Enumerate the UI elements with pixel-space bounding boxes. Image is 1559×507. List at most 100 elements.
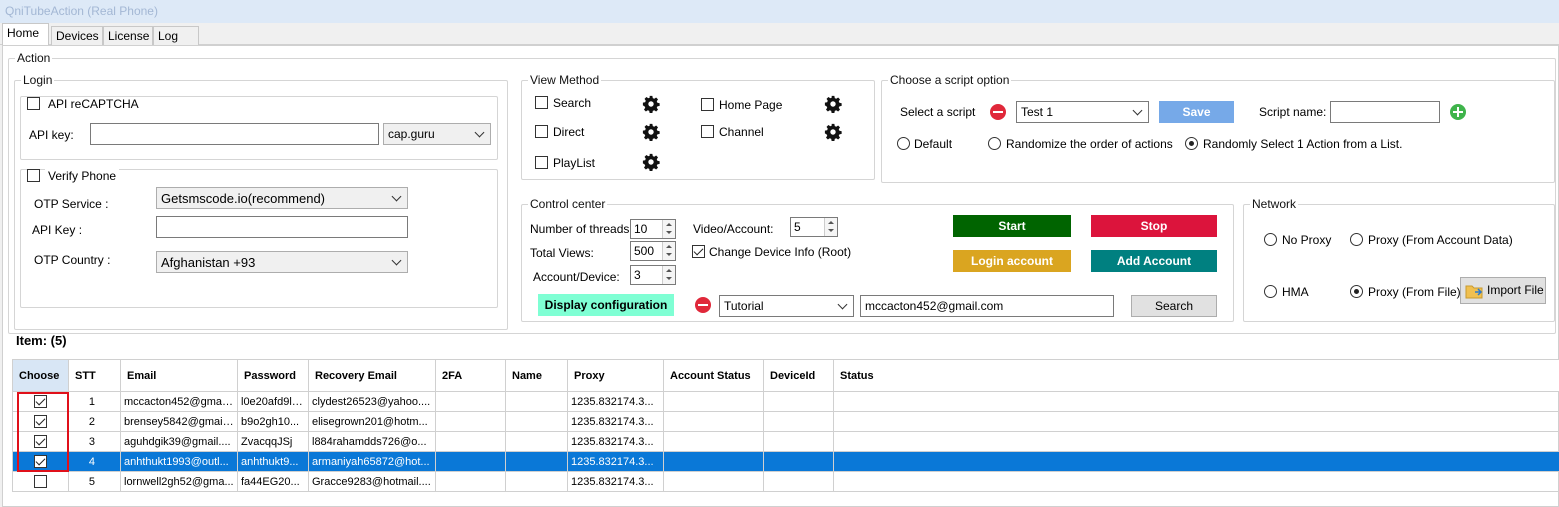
verify-phone-checkbox[interactable]	[27, 169, 40, 182]
col-status[interactable]: Status	[833, 359, 1559, 392]
display-configuration-button[interactable]: Display configuration	[538, 294, 674, 316]
threads-spinner[interactable]: 10	[630, 219, 676, 239]
remove-script-icon[interactable]	[990, 104, 1006, 120]
script-select[interactable]: Test 1	[1016, 101, 1149, 123]
table-row[interactable]: 1 mccacton452@gmail.... l0e20afd9lE4 cly…	[12, 391, 1559, 412]
save-script-button[interactable]: Save	[1159, 101, 1234, 123]
folder-import-icon	[1465, 285, 1483, 299]
import-file-button[interactable]: Import File	[1460, 277, 1546, 304]
otp-api-key-input[interactable]	[156, 216, 408, 238]
table-row[interactable]: 2 brensey5842@gmail.... b9o2gh10... elis…	[12, 411, 1559, 432]
script-name-input[interactable]	[1330, 101, 1440, 123]
table-row[interactable]: 5 lornwell2gh52@gma... fa44EG20... Gracc…	[12, 471, 1559, 492]
radio-default[interactable]	[897, 137, 910, 150]
channel-method-checkbox[interactable]	[701, 125, 714, 138]
row-checkbox[interactable]	[34, 475, 47, 488]
api-recaptcha-checkbox[interactable]	[27, 97, 40, 110]
row-checkbox[interactable]	[34, 435, 47, 448]
add-script-icon[interactable]	[1450, 104, 1466, 120]
row-choose-cell[interactable]	[12, 391, 69, 412]
row-account-status	[663, 471, 764, 492]
row-2fa	[435, 471, 506, 492]
video-account-spin-arrows[interactable]	[824, 218, 837, 236]
row-account-status	[663, 411, 764, 432]
col-choose[interactable]: Choose	[12, 359, 69, 392]
threads-label: Number of threads:	[530, 222, 633, 236]
account-device-spin-arrows[interactable]	[662, 266, 675, 284]
home-page-method-checkbox[interactable]	[701, 98, 714, 111]
row-choose-cell[interactable]	[12, 451, 69, 472]
row-password: anhthukt9...	[237, 451, 309, 472]
video-account-spinner[interactable]: 5	[790, 217, 838, 237]
row-checkbox[interactable]	[34, 455, 47, 468]
home-panel: Action Login API reCAPTCHA API key: cap.…	[2, 45, 1559, 507]
row-password: ZvacqqJSj	[237, 431, 309, 452]
search-method-checkbox[interactable]	[535, 96, 548, 109]
row-name	[505, 451, 568, 472]
direct-method-checkbox[interactable]	[535, 125, 548, 138]
col-password[interactable]: Password	[237, 359, 309, 392]
otp-country-select[interactable]: Afghanistan +93	[156, 251, 408, 273]
title-bar: QniTubeAction (Real Phone)	[0, 0, 1559, 23]
home-page-settings-gear-icon[interactable]	[824, 95, 842, 113]
radio-proxy-account[interactable]	[1350, 233, 1363, 246]
playlist-method-checkbox[interactable]	[535, 156, 548, 169]
row-choose-cell[interactable]	[12, 411, 69, 432]
table-row[interactable]: 3 aguhdgik39@gmail.... ZvacqqJSj l884rah…	[12, 431, 1559, 452]
change-device-checkbox[interactable]	[692, 245, 705, 258]
tab-home[interactable]: Home	[2, 23, 49, 46]
col-account-status[interactable]: Account Status	[663, 359, 764, 392]
verify-phone-label: Verify Phone	[45, 169, 120, 183]
radio-randomize[interactable]	[988, 137, 1001, 150]
login-account-button[interactable]: Login account	[953, 250, 1071, 272]
direct-method-label: Direct	[553, 125, 585, 139]
network-legend: Network	[1252, 197, 1297, 211]
add-account-button[interactable]: Add Account	[1091, 250, 1217, 272]
col-device-id[interactable]: DeviceId	[763, 359, 834, 392]
direct-settings-gear-icon[interactable]	[642, 123, 660, 141]
radio-no-proxy[interactable]	[1264, 233, 1277, 246]
radio-proxy-file[interactable]	[1350, 285, 1363, 298]
col-stt[interactable]: STT	[68, 359, 121, 392]
tab-license[interactable]: License	[103, 26, 153, 45]
captcha-provider-select[interactable]: cap.guru	[383, 123, 491, 145]
total-views-spin-arrows[interactable]	[662, 242, 675, 260]
col-name[interactable]: Name	[505, 359, 568, 392]
stop-button[interactable]: Stop	[1091, 215, 1217, 237]
start-button[interactable]: Start	[953, 215, 1071, 237]
search-button[interactable]: Search	[1131, 295, 1217, 317]
radio-random-one[interactable]	[1185, 137, 1198, 150]
row-recovery-email: Gracce9283@hotmail....	[308, 471, 436, 492]
tab-log[interactable]: Log	[153, 26, 199, 45]
radio-hma[interactable]	[1264, 285, 1277, 298]
row-stt: 2	[68, 411, 121, 432]
total-views-value: 500	[634, 244, 655, 258]
row-choose-cell[interactable]	[12, 431, 69, 452]
script-name-label: Script name:	[1259, 105, 1327, 119]
search-settings-gear-icon[interactable]	[642, 95, 660, 113]
select-script-label: Select a script	[900, 105, 976, 119]
row-checkbox[interactable]	[34, 395, 47, 408]
row-checkbox[interactable]	[34, 415, 47, 428]
account-search-input[interactable]: mccacton452@gmail.com	[860, 295, 1114, 317]
playlist-settings-gear-icon[interactable]	[642, 153, 660, 171]
tab-devices[interactable]: Devices	[51, 26, 103, 45]
threads-spin-arrows[interactable]	[662, 220, 675, 238]
row-2fa	[435, 451, 506, 472]
col-email[interactable]: Email	[120, 359, 238, 392]
api-key-input[interactable]	[90, 123, 379, 145]
col-recovery-email[interactable]: Recovery Email	[308, 359, 436, 392]
row-name	[505, 391, 568, 412]
total-views-spinner[interactable]: 500	[630, 241, 676, 261]
channel-settings-gear-icon[interactable]	[824, 123, 842, 141]
tutorial-select[interactable]: Tutorial	[719, 295, 854, 317]
row-choose-cell[interactable]	[12, 471, 69, 492]
remove-tutorial-icon[interactable]	[695, 297, 711, 313]
radio-no-proxy-label: No Proxy	[1282, 233, 1332, 247]
account-device-spinner[interactable]: 3	[630, 265, 676, 285]
otp-service-select[interactable]: Getsmscode.io(recommend)	[156, 187, 408, 209]
table-row-selected[interactable]: 4 anhthukt1993@outl... anhthukt9... arma…	[12, 451, 1559, 472]
col-2fa[interactable]: 2FA	[435, 359, 506, 392]
col-proxy[interactable]: Proxy	[567, 359, 664, 392]
radio-random-one-label: Randomly Select 1 Action from a List.	[1203, 137, 1403, 151]
